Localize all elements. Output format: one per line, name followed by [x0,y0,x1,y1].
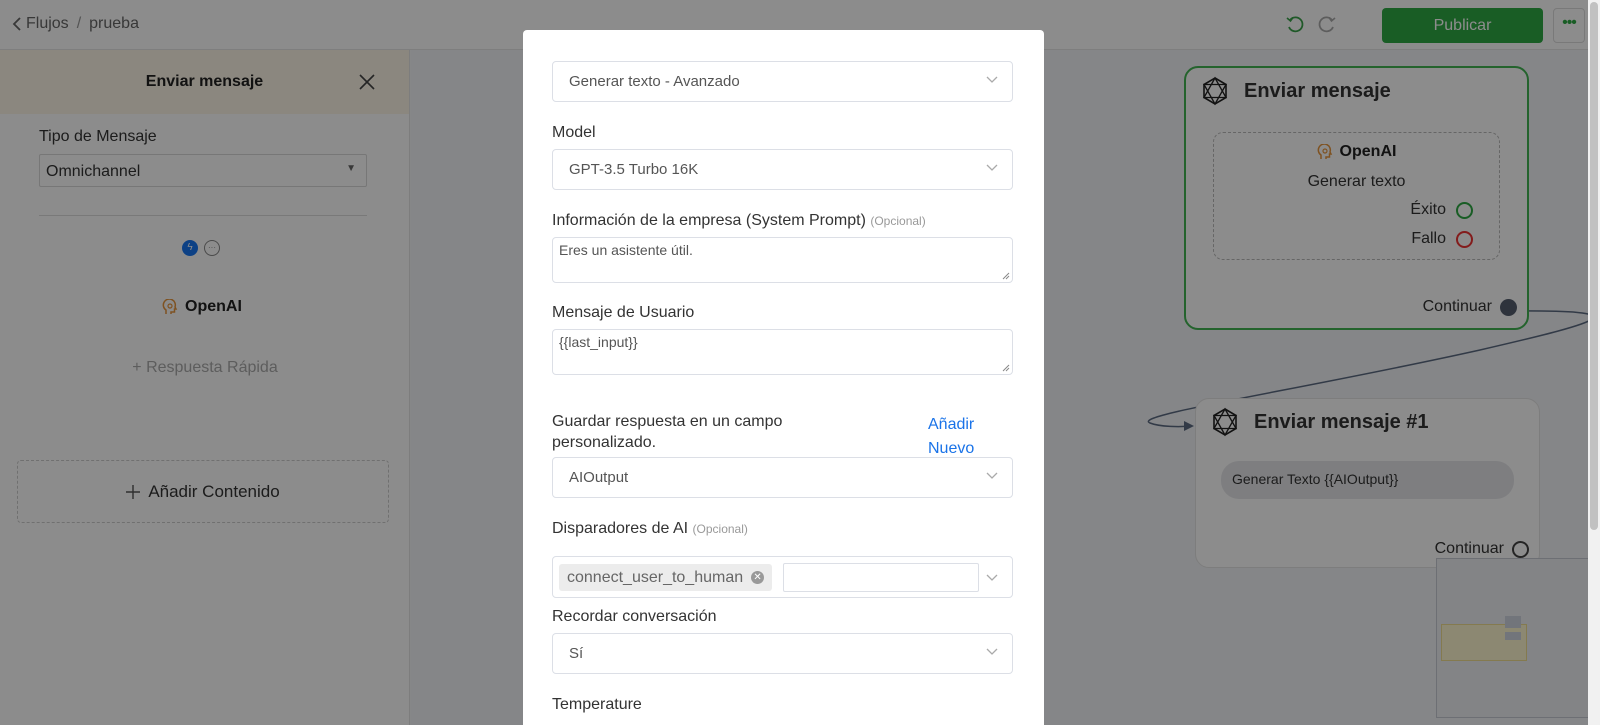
trigger-tag: connect_user_to_human ✕ [559,564,773,591]
chevron-down-icon [986,574,998,581]
remove-tag-icon[interactable]: ✕ [751,571,765,584]
save-response-label-line1: Guardar respuesta en un campo [552,413,783,430]
action-value: Generar texto [569,73,661,90]
page-scrollbar[interactable] [1588,0,1600,725]
system-prompt-value: Eres un asistente útil. [559,242,693,258]
model-select[interactable]: GPT-3.5 Turbo 16K [552,149,1013,190]
chevron-down-icon [986,164,998,171]
add-new-field-link[interactable]: Añadir Nuevo [928,413,974,461]
openai-config-modal: Generar texto - Avanzado Model GPT-3.5 T… [523,30,1044,725]
action-value-sub: Avanzado [673,73,740,90]
ai-triggers-select[interactable]: connect_user_to_human ✕ [552,556,1013,598]
trigger-search-input[interactable] [783,563,979,592]
ai-triggers-label-text: Disparadores de AI [552,520,689,537]
remember-conversation-value: Sí [569,645,584,662]
custom-field-value: AIOutput [569,469,629,486]
action-select[interactable]: Generar texto - Avanzado [552,61,1013,102]
remember-conversation-select[interactable]: Sí [552,633,1013,674]
user-message-textarea[interactable]: {{last_input}} [552,329,1013,375]
custom-field-select[interactable]: AIOutput [552,457,1013,498]
system-prompt-textarea[interactable]: Eres un asistente útil. [552,237,1013,283]
trigger-tag-label: connect_user_to_human [567,568,744,586]
system-prompt-label-text: Información de la empresa (System Prompt… [552,212,866,229]
optional-hint: (Opcional) [870,214,926,228]
ai-triggers-label: Disparadores de AI (Opcional) [552,520,748,538]
user-message-value: {{last_input}} [559,334,638,350]
system-prompt-label: Información de la empresa (System Prompt… [552,212,926,230]
resize-grip-icon[interactable] [1001,271,1010,280]
model-label: Model [552,124,596,141]
chevron-down-icon [986,472,998,479]
add-new-line1: Añadir [928,416,975,433]
optional-hint: (Opcional) [692,522,748,536]
scrollbar-thumb[interactable] [1590,2,1598,530]
action-value-sep: - [660,73,674,90]
chevron-down-icon [986,648,998,655]
temperature-label: Temperature [552,696,642,713]
chevron-down-icon [986,76,998,83]
save-response-label: Guardar respuesta en un campo personaliz… [552,411,782,453]
user-message-label: Mensaje de Usuario [552,304,695,321]
resize-grip-icon[interactable] [1001,363,1010,372]
save-response-label-line2: personalizado. [552,434,657,451]
model-value: GPT-3.5 Turbo 16K [569,161,699,178]
remember-conversation-label: Recordar conversación [552,608,717,625]
